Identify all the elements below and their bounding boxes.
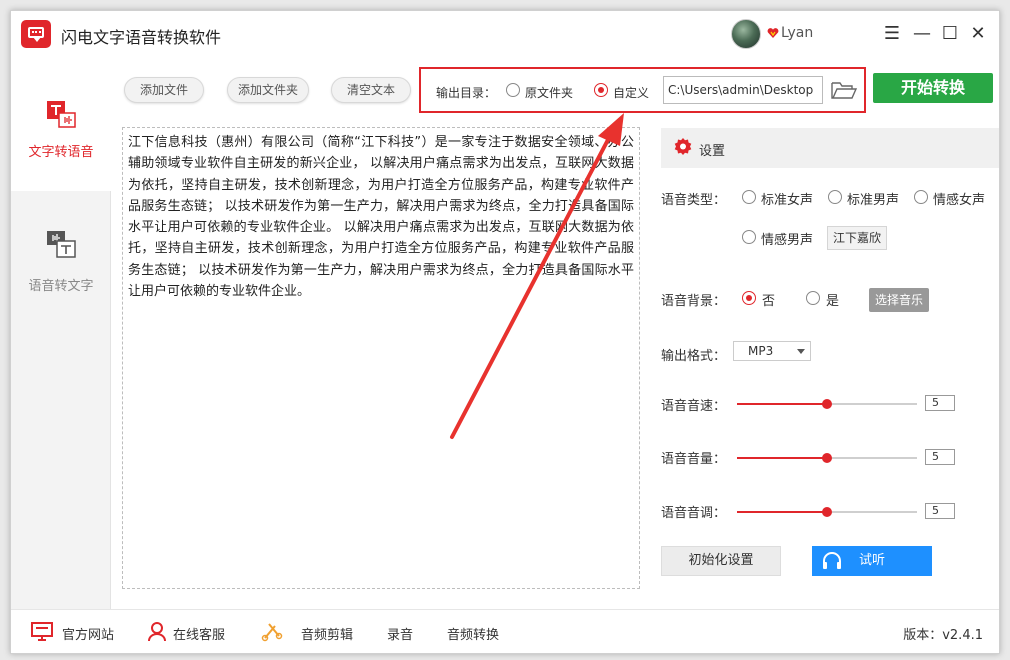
- record-link[interactable]: 录音: [387, 624, 413, 643]
- speech-volume-label: 语音音量：: [661, 452, 727, 467]
- speech-to-text-icon: [47, 231, 76, 258]
- voice-type-label: 语音类型：: [661, 193, 727, 208]
- choose-music-button[interactable]: 选择音乐: [869, 288, 929, 312]
- vip-heart-icon: [767, 28, 779, 38]
- radio-voice-standard-male[interactable]: [828, 190, 842, 204]
- start-convert-button[interactable]: 开始转换: [873, 73, 993, 103]
- speech-volume-slider[interactable]: [737, 453, 917, 463]
- speech-speed-slider[interactable]: [737, 399, 917, 409]
- sidebar-item-label: 文字转语音: [28, 145, 94, 160]
- speech-speed-label: 语音音速：: [661, 399, 727, 414]
- slider-handle[interactable]: [822, 453, 832, 463]
- sidebar-item-speech-to-text[interactable]: 语音转文字: [11, 191, 111, 325]
- radio-voice-emotional-female[interactable]: [914, 190, 928, 204]
- audio-edit-link[interactable]: 音频剪辑: [301, 624, 353, 643]
- slider-handle[interactable]: [822, 399, 832, 409]
- text-to-speech-icon: [47, 101, 76, 128]
- output-format-value: MP3: [748, 344, 774, 358]
- voice-emotional-male-label[interactable]: 情感男声: [761, 229, 813, 248]
- reset-settings-button[interactable]: 初始化设置: [661, 546, 781, 576]
- app-window: 闪电文字语音转换软件 Lyan ☰ — ☐ ✕ 文字转语音 语音转文字 添加文件…: [10, 10, 1000, 654]
- chevron-down-icon: [797, 349, 805, 354]
- user-name[interactable]: Lyan: [781, 25, 813, 41]
- slider-fill: [737, 403, 827, 405]
- radio-original-folder-label[interactable]: 原文件夹: [525, 84, 573, 101]
- headphones-icon: [823, 552, 841, 569]
- version-number: v2.4.1: [942, 628, 983, 643]
- add-folder-button[interactable]: 添加文件夹: [227, 77, 309, 103]
- close-icon[interactable]: ✕: [965, 21, 991, 47]
- settings-title: 设置: [699, 144, 726, 159]
- open-folder-icon[interactable]: [830, 78, 858, 102]
- slider-fill: [737, 511, 827, 513]
- output-format-label: 输出格式：: [661, 349, 727, 364]
- output-path-input[interactable]: C:\Users\admin\Desktop: [663, 76, 823, 104]
- title-bar: 闪电文字语音转换软件 Lyan ☰ — ☐ ✕: [11, 11, 999, 57]
- minimize-icon[interactable]: —: [909, 21, 935, 47]
- gear-icon: [674, 138, 692, 155]
- speech-speed-value[interactable]: 5: [925, 395, 955, 411]
- speech-volume-value[interactable]: 5: [925, 449, 955, 465]
- background-yes-label[interactable]: 是: [826, 290, 839, 309]
- footer: 官方网站 在线客服 音频剪辑 录音 音频转换 版本：v2.4.1: [11, 609, 999, 653]
- menu-icon[interactable]: ☰: [879, 21, 905, 47]
- preview-listen-button[interactable]: 试听: [812, 546, 932, 576]
- sidebar-item-text-to-speech[interactable]: 文字转语音: [11, 57, 111, 191]
- text-input-area[interactable]: 江下信息科技（惠州）有限公司（简称“江下科技”）是一家专注于数据安全领域、办公辅…: [122, 127, 640, 589]
- output-directory-label: 输出目录：: [436, 86, 497, 100]
- output-directory-box: 输出目录： 原文件夹 自定义 C:\Users\admin\Desktop: [419, 67, 866, 113]
- voice-background-label: 语音背景：: [661, 294, 727, 309]
- radio-background-yes[interactable]: [806, 291, 820, 305]
- speech-pitch-label: 语音音调：: [661, 506, 727, 521]
- sidebar: 文字转语音 语音转文字: [11, 57, 111, 609]
- customer-service-icon: [148, 622, 166, 642]
- maximize-icon[interactable]: ☐: [937, 21, 963, 47]
- version-label: 版本：: [903, 628, 943, 643]
- app-title: 闪电文字语音转换软件: [61, 28, 222, 47]
- radio-custom-folder[interactable]: [594, 83, 608, 97]
- background-no-label[interactable]: 否: [762, 290, 775, 309]
- radio-custom-folder-label[interactable]: 自定义: [613, 84, 649, 101]
- settings-header: 设置: [661, 128, 999, 168]
- slider-handle[interactable]: [822, 507, 832, 517]
- voice-standard-male-label[interactable]: 标准男声: [847, 189, 899, 208]
- voice-standard-female-label[interactable]: 标准女声: [761, 189, 813, 208]
- radio-voice-emotional-male[interactable]: [742, 230, 756, 244]
- radio-background-no[interactable]: [742, 291, 756, 305]
- monitor-icon: [31, 622, 53, 641]
- online-support-link[interactable]: 在线客服: [173, 624, 225, 643]
- preview-listen-label: 试听: [858, 553, 885, 568]
- speech-pitch-slider[interactable]: [737, 507, 917, 517]
- audio-edit-icon: [261, 623, 283, 642]
- sidebar-item-label: 语音转文字: [28, 279, 94, 294]
- avatar[interactable]: [731, 19, 761, 49]
- app-logo-icon: [21, 20, 51, 48]
- audio-convert-link[interactable]: 音频转换: [447, 624, 499, 643]
- version-info: 版本：v2.4.1: [903, 624, 983, 643]
- voice-jiangxia-jiaxin-button[interactable]: 江下嘉欣: [827, 226, 887, 250]
- official-website-link[interactable]: 官方网站: [62, 624, 114, 643]
- voice-emotional-female-label[interactable]: 情感女声: [933, 189, 985, 208]
- output-format-select[interactable]: MP3: [733, 341, 811, 361]
- radio-voice-standard-female[interactable]: [742, 190, 756, 204]
- slider-fill: [737, 457, 827, 459]
- speech-pitch-value[interactable]: 5: [925, 503, 955, 519]
- clear-text-button[interactable]: 清空文本: [331, 77, 411, 103]
- add-file-button[interactable]: 添加文件: [124, 77, 204, 103]
- radio-original-folder[interactable]: [506, 83, 520, 97]
